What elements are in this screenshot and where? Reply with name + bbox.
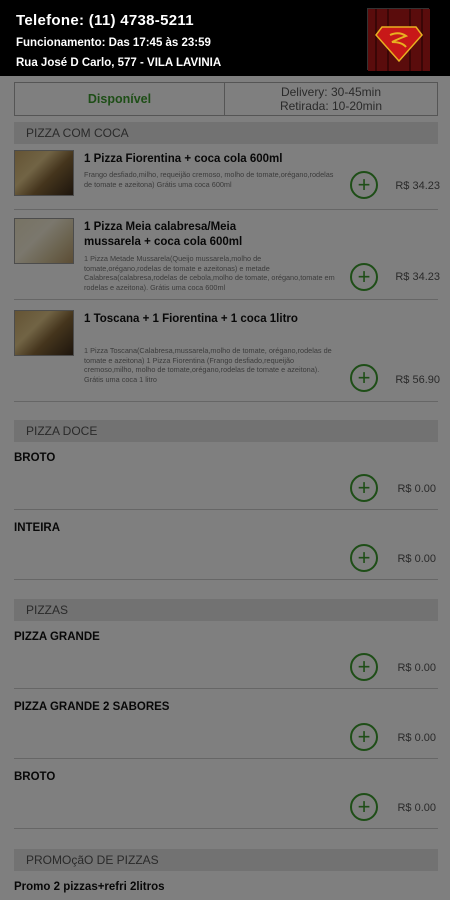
add-item-button[interactable]: + [350, 474, 378, 502]
phone-number[interactable]: Telefone: (11) 4738-5211 [16, 12, 194, 29]
menu-item-broto-doce[interactable]: BROTO + R$ 0.00 [14, 448, 438, 510]
add-item-button[interactable]: + [350, 544, 378, 572]
delivery-time: Delivery: 30-45min [280, 85, 382, 99]
menu-item-fiorentina-coca[interactable]: 1 Pizza Fiorentina + coca cola 600ml Fra… [14, 150, 440, 210]
item-description: 1 Pizza Toscana(Calabresa,mussarela,molh… [84, 346, 332, 384]
add-item-button[interactable]: + [350, 171, 378, 199]
availability-status: Disponível [15, 83, 225, 115]
item-description: 1 Pizza Metade Mussarela(Queijo mussarel… [84, 254, 335, 292]
add-item-button[interactable]: + [350, 793, 378, 821]
superman-shield-logo-icon [367, 8, 430, 71]
item-title: INTEIRA [14, 522, 60, 534]
pickup-time: Retirada: 10-20min [279, 99, 383, 113]
item-price: R$ 34.23 [395, 180, 440, 192]
menu-item-toscana-fiorentina-coca[interactable]: 1 Toscana + 1 Fiorentina + 1 coca 1litro… [14, 310, 440, 402]
item-price: R$ 0.00 [397, 732, 436, 744]
menu-item-calabresa-mussarela-coca[interactable]: 1 Pizza Meia calabresa/Meia mussarela + … [14, 218, 440, 300]
menu-item-pizza-grande-2-sabores[interactable]: PIZZA GRANDE 2 SABORES + R$ 0.00 [14, 697, 438, 759]
menu-item-pizza-grande[interactable]: PIZZA GRANDE + R$ 0.00 [14, 627, 438, 689]
pizza-photo [14, 310, 74, 356]
item-title: BROTO [14, 452, 56, 464]
pizza-photo [14, 218, 74, 264]
add-item-button[interactable]: + [350, 263, 378, 291]
item-price: R$ 0.00 [397, 483, 436, 495]
item-title: 1 Toscana + 1 Fiorentina + 1 coca 1litro [84, 313, 298, 325]
item-description: Frango desfiado,milho, requeijão cremoso… [84, 170, 334, 189]
menu-item-promo-2-pizzas[interactable]: Promo 2 pizzas+refri 2litros [14, 877, 438, 900]
section-pizzas: PIZZAS [14, 599, 438, 621]
item-price: R$ 0.00 [397, 662, 436, 674]
item-price: R$ 0.00 [397, 553, 436, 565]
item-title: BROTO [14, 771, 56, 783]
item-title: Promo 2 pizzas+refri 2litros [14, 881, 165, 893]
store-address: Rua José D Carlo, 577 - VILA LAVINIA [16, 57, 222, 69]
header-bar: Telefone: (11) 4738-5211 Funcionamento: … [0, 0, 450, 76]
pizza-photo [14, 150, 74, 196]
item-title: PIZZA GRANDE 2 SABORES [14, 701, 170, 713]
item-price: R$ 0.00 [397, 802, 436, 814]
item-title: 1 Pizza Meia calabresa/Meia mussarela + … [84, 221, 243, 248]
item-price: R$ 56.90 [395, 374, 440, 386]
section-pizza-doce: PIZZA DOCE [14, 420, 438, 442]
item-title: PIZZA GRANDE [14, 631, 100, 643]
menu-item-inteira-doce[interactable]: INTEIRA + R$ 0.00 [14, 518, 438, 580]
opening-hours: Funcionamento: Das 17:45 às 23:59 [16, 37, 211, 49]
store-status-box: Disponível Delivery: 30-45min Retirada: … [14, 82, 438, 116]
add-item-button[interactable]: + [350, 364, 378, 392]
item-title: 1 Pizza Fiorentina + coca cola 600ml [84, 153, 283, 165]
section-pizza-com-coca: PIZZA COM COCA [14, 122, 438, 144]
add-item-button[interactable]: + [350, 723, 378, 751]
item-price: R$ 34.23 [395, 271, 440, 283]
add-item-button[interactable]: + [350, 653, 378, 681]
section-promocao-de-pizzas: PROMOçãO DE PIZZAS [14, 849, 438, 871]
service-times: Delivery: 30-45min Retirada: 10-20min [225, 83, 437, 115]
menu-item-broto[interactable]: BROTO + R$ 0.00 [14, 767, 438, 829]
